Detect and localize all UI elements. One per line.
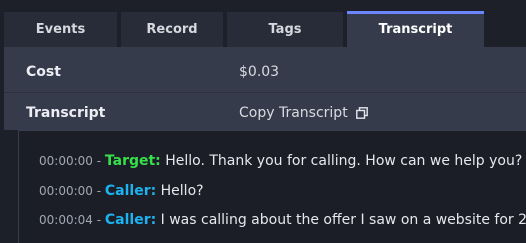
utterance-text: I was calling about the offer I saw on a… [160,212,526,228]
cost-value: $0.03 [239,64,280,80]
transcript-log[interactable]: 00:00:00 - Target: Hello. Thank you for … [18,130,526,243]
speaker-label: Target: [104,153,161,169]
tab-record[interactable]: Record [121,12,223,47]
cost-row: Cost $0.03 [4,52,526,93]
speaker-label: Caller: [104,212,157,228]
tab-tags[interactable]: Tags [227,12,343,47]
transcript-line: 00:00:04 - Caller: I was calling about t… [39,210,526,230]
tab-label: Record [146,22,198,37]
utterance-text: Hello? [156,183,204,199]
utterance-text: Hello. Thank you for calling. How can we… [160,153,523,169]
transcript-line: 00:00:00 - Caller: Hello? [39,181,204,201]
separator: - [92,184,105,198]
cost-label: Cost [26,64,61,80]
details-table: Cost $0.03 Transcript Copy Transcript [4,47,526,130]
speaker-label: Caller: [104,183,157,199]
tab-bar: Events Record Tags Transcript [0,0,526,47]
tab-label: Transcript [378,21,453,37]
call-details-panel: Events Record Tags Transcript Cost $0.03… [0,0,526,243]
transcript-line: 00:00:00 - Target: Hello. Thank you for … [39,151,522,171]
copy-transcript-link[interactable]: Copy Transcript [239,93,368,133]
timestamp: 00:00:00 [39,154,93,168]
separator: - [92,213,105,227]
copy-icon[interactable] [355,107,368,119]
tab-transcript[interactable]: Transcript [347,11,484,47]
transcript-label: Transcript [26,105,106,121]
timestamp: 00:00:00 [39,184,93,198]
tab-label: Tags [268,22,302,37]
tab-label: Events [35,22,86,37]
transcript-row: Transcript Copy Transcript [4,92,526,134]
separator: - [92,154,105,168]
copy-transcript-label: Copy Transcript [239,105,348,121]
timestamp: 00:00:04 [39,213,93,227]
tab-events[interactable]: Events [4,12,117,47]
